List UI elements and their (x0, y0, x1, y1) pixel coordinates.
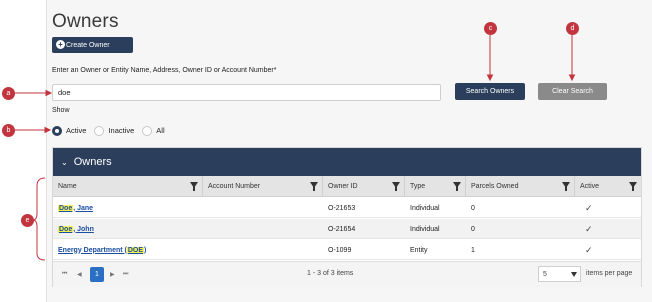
callout-b-arrowhead (44, 126, 52, 134)
callout-c-arrowhead (486, 74, 494, 82)
callout-d-arrowhead (568, 74, 576, 82)
callout-e: e (21, 214, 34, 227)
callout-a-arrowhead (45, 89, 53, 97)
callout-b: b (2, 124, 15, 137)
callout-d: d (566, 22, 579, 35)
callout-lines (14, 35, 576, 261)
callout-a: a (2, 87, 15, 100)
callout-c: c (484, 22, 497, 35)
callout-e-bracket (32, 177, 46, 261)
